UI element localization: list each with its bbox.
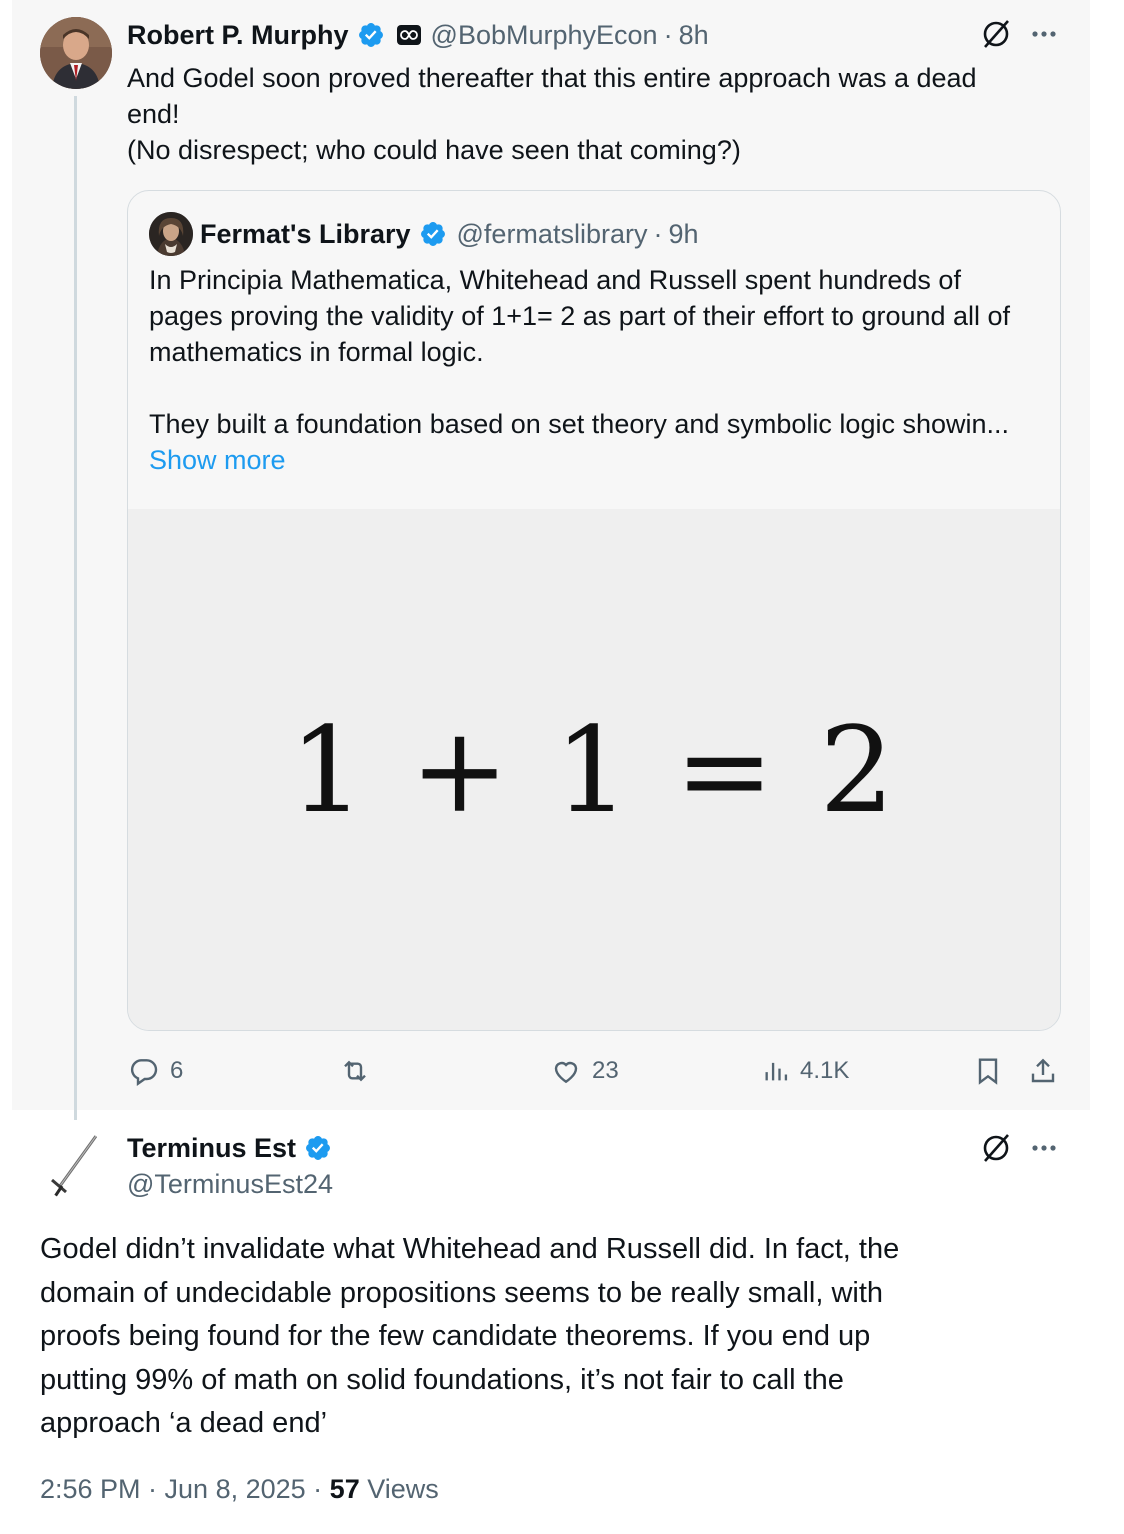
bookmark-icon [978,1058,998,1085]
more-options-icon[interactable] [1030,22,1058,51]
quoted-author-name[interactable]: Fermat's Library [200,219,411,250]
parent-tweet-header: Robert P. Murphy @BobMurphyEcon · 8h [127,16,709,54]
thread-line [74,96,77,1120]
author-handle[interactable]: @BobMurphyEcon [431,20,658,51]
reply-button[interactable]: 6 [128,1055,183,1087]
reply-text-line: domain of undecidable propositions seems… [40,1276,884,1309]
author-name[interactable]: Robert P. Murphy [127,20,349,51]
tweet-text: And Godel soon proved thereafter that th… [127,60,1047,168]
reply-text-line: approach ‘a dead end’ [40,1407,328,1439]
like-button[interactable]: 23 [550,1055,619,1087]
quoted-text-line: pages proving the validity of 1+1= 2 as … [149,301,1011,331]
reply-count: 6 [170,1057,184,1084]
reply-avatar[interactable] [40,1130,112,1202]
quoted-text-line: In Principia Mathematica, Whitehead and … [149,265,961,295]
quoted-tweet-time[interactable]: 9h [668,219,698,250]
share-button[interactable] [1027,1055,1059,1092]
share-icon [1031,1058,1055,1083]
repost-button[interactable] [338,1055,372,1087]
views-button[interactable]: 4.1K [762,1055,849,1087]
heart-icon [554,1061,578,1084]
quoted-text-line: They built a foundation based on set the… [149,409,1010,439]
quoted-tweet-text: In Principia Mathematica, Whitehead and … [149,262,1049,478]
reply-text-line: proofs being found for the few candidate… [40,1320,871,1352]
quoted-author-handle[interactable]: @fermatslibrary [457,219,648,250]
repost-icon [344,1060,366,1082]
avatar[interactable] [40,17,112,89]
bookmark-button[interactable] [972,1055,1004,1092]
quoted-avatar[interactable] [149,212,193,256]
views-count: 4.1K [800,1057,850,1084]
verified-badge-icon [306,1136,331,1160]
verified-badge-icon [358,23,383,47]
equation-text: 1 + 1 = 2 [289,701,899,839]
reply-icon [130,1059,158,1086]
grok-icon[interactable] [980,18,1012,55]
tweet-meta: 2:56 PM · Jun 8, 2025 · 57 Views [40,1474,439,1505]
quoted-tweet-header: Fermat's Library @fermatslibrary · 9h [200,215,699,253]
analytics-icon [765,1062,788,1081]
tweet-time[interactable]: 8h [679,20,709,51]
reply-handle-row: @TerminusEst24 [127,1167,333,1201]
tweet-text-line: end! [127,99,180,129]
reply-text-line: putting 99% of math on solid foundations… [40,1363,844,1396]
separator-dot: · [653,218,663,249]
grok-icon[interactable] [980,1132,1012,1169]
quoted-media-image[interactable]: 1 + 1 = 2 [128,509,1060,1030]
show-more-link[interactable]: Show more [149,442,1049,478]
like-count: 23 [592,1057,619,1084]
reply-tweet-text: Godel didn’t invalidate what Whitehead a… [40,1228,1080,1446]
reply-tweet-header: Terminus Est [127,1130,332,1166]
views-label: Views [359,1474,439,1504]
separator-dot: · [663,19,673,50]
tweet-text-line: (No disrespect; who could have seen that… [127,135,741,165]
reply-text-line: Godel didn’t invalidate what Whitehead a… [40,1233,900,1265]
tweet-text-line: And Godel soon proved thereafter that th… [127,63,977,93]
tweet-timestamp[interactable]: 2:56 PM · Jun 8, 2025 · [40,1474,330,1504]
reply-author-name[interactable]: Terminus Est [127,1133,296,1164]
views-number: 57 [329,1474,360,1504]
verified-badge-icon [420,222,445,246]
quoted-text-line: mathematics in formal logic. [149,337,484,367]
more-options-icon[interactable] [1030,1136,1058,1165]
reply-author-handle[interactable]: @TerminusEst24 [127,1169,333,1200]
affiliate-badge-icon [396,25,421,45]
